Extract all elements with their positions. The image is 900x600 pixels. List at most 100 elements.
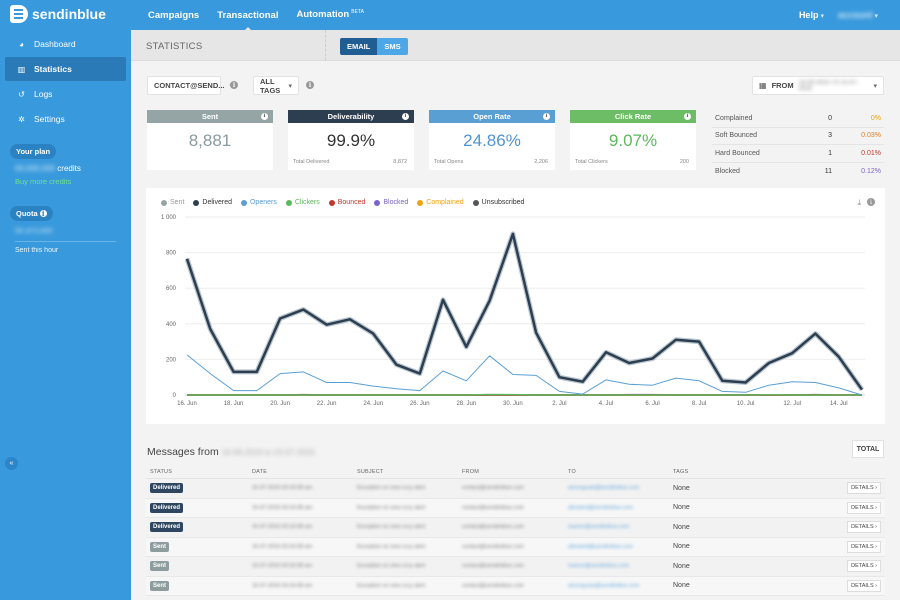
legend-label: Clickers — [294, 199, 320, 206]
legend-item-sent[interactable]: Sent — [161, 199, 184, 206]
legend-label: Blocked — [383, 199, 409, 206]
details-button[interactable]: DETAILS › — [847, 540, 881, 553]
sender-dropdown[interactable]: CONTACT@SEND... ▾ — [147, 76, 233, 95]
details-button[interactable]: DETAILS › — [847, 560, 881, 573]
legend-dot-icon — [374, 199, 381, 206]
table-row[interactable]: Delivered 15-07-2016 03:16:08 am Excepti… — [146, 518, 885, 538]
sidebar-item-label: Settings — [34, 114, 65, 124]
status-badge: Delivered — [150, 483, 184, 494]
to-email-link[interactable]: abinsted@sendinblue.com — [568, 544, 673, 550]
column-header-date[interactable]: DATE — [252, 469, 357, 475]
card-value: 8,881 — [188, 131, 232, 150]
sidebar-item-settings[interactable]: ✲ Settings — [5, 107, 126, 131]
help-menu[interactable]: Help ▾ — [799, 10, 824, 20]
brand-logo[interactable]: sendinblue — [10, 5, 106, 23]
legend-item-bounced[interactable]: Bounced — [328, 199, 365, 206]
legend-dot-icon — [240, 199, 247, 206]
topnav-transactional[interactable]: Transactional — [217, 10, 278, 32]
series-line-sent — [186, 232, 863, 390]
card-title: Deliverability — [327, 112, 375, 121]
sender-info-icon[interactable]: i — [230, 81, 238, 89]
table-row[interactable]: Sent 15-07-2016 03:16:08 am Exception on… — [146, 537, 885, 557]
messages-title-prefix: Messages from — [147, 446, 219, 458]
calendar-icon: ▦ — [759, 81, 767, 90]
from-cell: contact@sendinblue.com — [462, 485, 524, 492]
details-button[interactable]: DETAILS › — [847, 482, 881, 495]
legend-dot-icon — [328, 199, 335, 206]
status-cell: Sent — [146, 561, 252, 572]
download-icon[interactable]: ⤓ — [857, 198, 861, 208]
x-tick-label: 20. Jun — [270, 401, 290, 407]
details-button[interactable]: DETAILS › — [847, 521, 881, 534]
status-badge: Sent — [150, 561, 170, 572]
to-email-link[interactable]: amongusta@sendinblue.com — [568, 485, 673, 491]
tags-dropdown[interactable]: ALL TAGS ▾ — [253, 76, 299, 95]
sidebar-item-statistics[interactable]: ▥ Statistics — [5, 57, 126, 81]
channel-toggle: EMAIL SMS — [340, 38, 408, 55]
summary-count: 1 — [828, 149, 832, 157]
info-icon[interactable]: i — [543, 113, 550, 120]
bar-chart-icon: ▥ — [17, 64, 26, 74]
collapse-sidebar-button[interactable]: « — [5, 457, 18, 470]
info-icon[interactable]: i — [867, 198, 875, 206]
details-button[interactable]: DETAILS › — [847, 501, 881, 514]
info-icon[interactable]: i — [684, 113, 691, 120]
summary-label: Blocked — [715, 167, 740, 175]
legend-item-clickers[interactable]: Clickers — [285, 199, 320, 206]
table-row[interactable]: Sent 15-07-2016 03:16:08 am Exception on… — [146, 576, 885, 596]
from-cell: contact@sendinblue.com — [462, 524, 524, 531]
table-row[interactable]: Delivered 15-07-2016 03:16:08 am Excepti… — [146, 479, 885, 499]
plan-block: Your plan 00,000,000 credits Buy more cr… — [0, 144, 131, 186]
card-open-rate: Open Rate i 24.86% Total Opens 2,206 — [429, 110, 555, 170]
table-row[interactable]: Sent 15-07-2016 03:16:08 am Exception on… — [146, 557, 885, 577]
channel-email-button[interactable]: EMAIL — [340, 38, 378, 55]
table-row[interactable]: Delivered 15-07-2016 03:16:08 am Excepti… — [146, 498, 885, 518]
to-email-link[interactable]: abinsted@sendinblue.com — [568, 505, 673, 511]
sidebar-item-dashboard[interactable]: ◕ Dashboard — [5, 32, 126, 56]
beta-badge: BETA — [351, 9, 364, 16]
x-tick-label: 10. Jul — [737, 401, 755, 407]
tags-info-icon[interactable]: i — [306, 81, 314, 89]
info-icon[interactable]: i — [39, 210, 47, 217]
channel-sms-button[interactable]: SMS — [377, 38, 408, 55]
status-cell: Sent — [146, 580, 252, 591]
legend-item-blocked[interactable]: Blocked — [374, 199, 408, 206]
column-header-to[interactable]: TO — [568, 469, 673, 475]
y-tick-label: 200 — [166, 357, 177, 363]
column-header-from[interactable]: FROM — [462, 469, 568, 475]
legend-item-openers[interactable]: Openers — [240, 199, 277, 206]
legend-dot-icon — [472, 199, 479, 206]
status-badge: Sent — [150, 580, 170, 591]
column-header-subject[interactable]: SUBJECT — [357, 469, 462, 475]
card-value: 9.07% — [608, 131, 658, 150]
chevron-down-icon: ▾ — [874, 13, 878, 20]
account-menu[interactable]: account ▾ — [838, 10, 878, 20]
subject-cell: Exception on new cccy alert — [357, 543, 426, 550]
buy-more-credits-link[interactable]: Buy more credits — [15, 177, 131, 186]
total-button[interactable]: TOTAL — [852, 440, 884, 458]
date-range-picker[interactable]: ▦ FROM 16-06-2016 TO 15-07-2016 ▾ — [752, 76, 884, 95]
legend-dot-icon — [417, 199, 424, 206]
card-title: Click Rate — [614, 112, 652, 121]
to-email-link[interactable]: amongusta@sendinblue.com — [568, 583, 673, 589]
card-deliverability: Deliverability i 99.9% Total Delivered 8… — [288, 110, 414, 170]
summary-row-complained: Complained 0 0% — [712, 110, 884, 128]
legend-item-delivered[interactable]: Delivered — [193, 199, 232, 206]
column-header-tags[interactable]: TAGS — [673, 469, 833, 475]
legend-item-unsubscribed[interactable]: Unsubscribed — [472, 199, 524, 206]
to-email-link[interactable]: mannn@sendinblue.com — [568, 524, 673, 530]
info-icon[interactable]: i — [402, 113, 409, 120]
legend-item-complained[interactable]: Complained — [417, 199, 464, 206]
details-button[interactable]: DETAILS › — [847, 579, 881, 592]
actions-cell: DETAILS › — [833, 540, 885, 553]
to-email-link[interactable]: mannn@sendinblue.com — [568, 563, 673, 569]
series-line-clickers — [187, 393, 862, 396]
column-header-status[interactable]: STATUS — [146, 469, 252, 475]
subject-cell: Exception on new cccy alert — [357, 524, 426, 531]
sidebar-item-label: Logs — [34, 89, 53, 99]
info-icon[interactable]: i — [261, 113, 268, 120]
sidebar-item-logs[interactable]: ↺ Logs — [5, 82, 126, 106]
topnav-automation[interactable]: Automation BETA — [296, 9, 363, 20]
x-tick-label: 18. Jun — [224, 401, 244, 407]
topnav-campaigns[interactable]: Campaigns — [148, 10, 199, 21]
